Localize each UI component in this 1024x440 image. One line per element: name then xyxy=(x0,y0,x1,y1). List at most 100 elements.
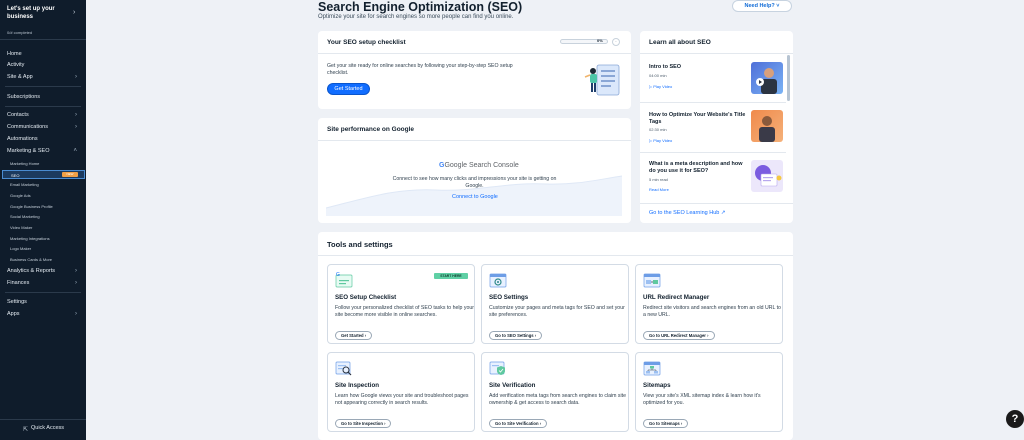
sidebar-subitem-email-marketing[interactable]: Email Marketing xyxy=(0,180,86,189)
chevron-down-icon: ˄ xyxy=(73,148,77,154)
sidebar-item-site-app[interactable]: Site & App › xyxy=(0,72,86,83)
tool-card-sitemaps[interactable]: Sitemaps View your site's XML sitemap in… xyxy=(635,352,783,432)
checklist-google-icon: G xyxy=(335,272,353,288)
page-title: Search Engine Optimization (SEO) xyxy=(318,0,523,14)
sidebar-subitem-marketing-home[interactable]: Marketing Home xyxy=(0,159,86,168)
divider xyxy=(5,86,81,87)
learn-scrollbar[interactable] xyxy=(787,55,790,101)
article-image xyxy=(755,165,782,187)
divider xyxy=(5,292,81,293)
get-started-button[interactable]: Get Started xyxy=(327,83,370,95)
sidebar-item-home[interactable]: Home xyxy=(0,49,86,60)
quick-access-label: Quick Access xyxy=(31,425,65,431)
presenter-image xyxy=(759,116,775,142)
divider xyxy=(318,140,631,141)
chevron-right-icon: › xyxy=(384,421,386,426)
sidebar-item-settings[interactable]: Settings xyxy=(0,297,86,308)
tool-card-seo-setup-checklist[interactable]: G START HERE SEO Setup Checklist Follow … xyxy=(327,264,475,344)
tool-button[interactable]: Go to Site Verification › xyxy=(489,419,548,428)
main-content: Search Engine Optimization (SEO) Optimiz… xyxy=(86,0,1024,440)
sidebar-item-communications[interactable]: Communications › xyxy=(0,122,86,133)
presenter-image xyxy=(756,68,777,94)
sidebar-subitem-logo-maker[interactable]: Logo Maker xyxy=(0,244,86,253)
chevron-down-icon: ˅ xyxy=(776,3,780,9)
chevron-right-icon: › xyxy=(75,280,77,286)
chevron-right-icon: › xyxy=(364,333,367,338)
svg-text:G: G xyxy=(336,272,340,278)
chevron-right-icon: › xyxy=(75,124,77,130)
sidebar-subitem-video-maker[interactable]: Video Maker xyxy=(0,223,86,232)
tool-card-url-redirect-manager[interactable]: URL Redirect Manager Redirect site visit… xyxy=(635,264,783,344)
site-performance-card: Site performance on Google GGoogle Searc… xyxy=(318,118,631,223)
chevron-right-icon: › xyxy=(707,333,709,338)
tool-button[interactable]: Get Started › xyxy=(335,331,373,340)
tool-card-seo-settings[interactable]: SEO Settings Customize your pages and me… xyxy=(481,264,629,344)
checklist-percent: 0% xyxy=(597,38,603,43)
sidebar-item-activity[interactable]: Activity xyxy=(0,60,86,71)
divider xyxy=(640,152,786,153)
tool-card-site-verification[interactable]: Site Verification Add verification meta … xyxy=(481,352,629,432)
learn-seo-card: Learn all about SEO Intro to SEO 04:00 m… xyxy=(640,31,793,223)
checklist-expand-icon[interactable]: · xyxy=(612,38,620,46)
learn-title: Learn all about SEO xyxy=(649,39,711,46)
chevron-right-icon: › xyxy=(539,421,542,426)
video-thumbnail[interactable] xyxy=(751,110,783,142)
sidebar-item-contacts[interactable]: Contacts › xyxy=(0,110,86,121)
sidebar-item-automations[interactable]: Automations xyxy=(0,134,86,145)
tool-card-site-inspection[interactable]: Site Inspection Learn how Google views y… xyxy=(327,352,475,432)
search-console-logo: GGoogle Search Console xyxy=(439,162,519,169)
tool-button[interactable]: Go to Sitemaps › xyxy=(643,419,689,428)
quick-access-button[interactable]: ⇱ Quick Access xyxy=(0,419,86,440)
sidebar-item-apps[interactable]: Apps › xyxy=(0,309,86,320)
sidebar-subitem-marketing-integrations[interactable]: Marketing Integrations xyxy=(0,234,86,243)
redirect-icon xyxy=(643,273,661,288)
checklist-title: Your SEO setup checklist xyxy=(327,39,406,46)
divider xyxy=(318,53,631,54)
divider xyxy=(318,255,793,256)
chevron-right-icon: › xyxy=(534,333,537,338)
sidebar-subitem-business-cards[interactable]: Business Cards & More xyxy=(0,255,86,264)
chevron-right-icon: › xyxy=(75,74,77,80)
sidebar-subitem-seo[interactable]: SEO NEW xyxy=(2,170,85,179)
tool-button[interactable]: Go to Site Inspection › xyxy=(335,419,392,428)
external-link-icon: ↗ xyxy=(720,210,726,216)
chevron-right-icon: › xyxy=(680,421,683,426)
connect-to-google-link[interactable]: Connect to Google xyxy=(452,194,498,200)
sidebar-subitem-google-business-profile[interactable]: Google Business Profile xyxy=(0,202,86,211)
sidebar: Let's set up your business › 0/# complet… xyxy=(0,0,86,440)
checklist-illustration xyxy=(584,64,620,96)
sidebar-header[interactable]: Let's set up your business › 0/# complet… xyxy=(0,0,86,40)
sitemap-icon xyxy=(643,361,661,376)
settings-gear-icon xyxy=(489,273,507,288)
performance-description: Connect to see how many clicks and impre… xyxy=(392,176,557,189)
help-question-button[interactable]: ? xyxy=(1006,410,1024,428)
sidebar-item-subscriptions[interactable]: Subscriptions xyxy=(0,92,86,103)
site-title: Let's set up your business xyxy=(7,6,55,20)
chevron-right-icon: › xyxy=(73,9,76,16)
tool-button[interactable]: Go to URL Redirect Manager › xyxy=(643,331,715,340)
divider xyxy=(640,53,793,54)
sidebar-item-finances[interactable]: Finances › xyxy=(0,278,86,289)
sidebar-subitem-social-marketing[interactable]: Social Marketing xyxy=(0,212,86,221)
sidebar-item-analytics[interactable]: Analytics & Reports › xyxy=(0,266,86,277)
divider xyxy=(640,203,793,204)
new-badge: NEW xyxy=(62,172,78,177)
chevron-right-icon: › xyxy=(75,268,77,274)
seo-checklist-card: Your SEO setup checklist 0% · Get your s… xyxy=(318,31,631,109)
need-help-button[interactable]: Need Help? ˅ xyxy=(732,0,792,12)
sidebar-subitem-google-ads[interactable]: Google Ads xyxy=(0,191,86,200)
quick-access-icon: ⇱ xyxy=(23,427,29,433)
setup-progress: 0/# completed xyxy=(7,30,33,35)
verification-shield-icon xyxy=(489,361,505,375)
tools-title: Tools and settings xyxy=(327,240,393,249)
checklist-description: Get your site ready for online searches … xyxy=(327,63,513,76)
seo-learning-hub-link[interactable]: Go to the SEO Learning Hub ↗ xyxy=(649,210,725,216)
divider xyxy=(640,102,786,103)
article-thumbnail[interactable] xyxy=(751,160,783,192)
sidebar-item-marketing-seo[interactable]: Marketing & SEO ˄ xyxy=(0,146,86,157)
divider xyxy=(5,106,81,107)
start-here-badge: START HERE xyxy=(434,273,468,279)
tool-button[interactable]: Go to SEO Settings › xyxy=(489,331,543,340)
video-thumbnail[interactable] xyxy=(751,62,783,94)
play-icon: ▷ xyxy=(649,84,653,89)
